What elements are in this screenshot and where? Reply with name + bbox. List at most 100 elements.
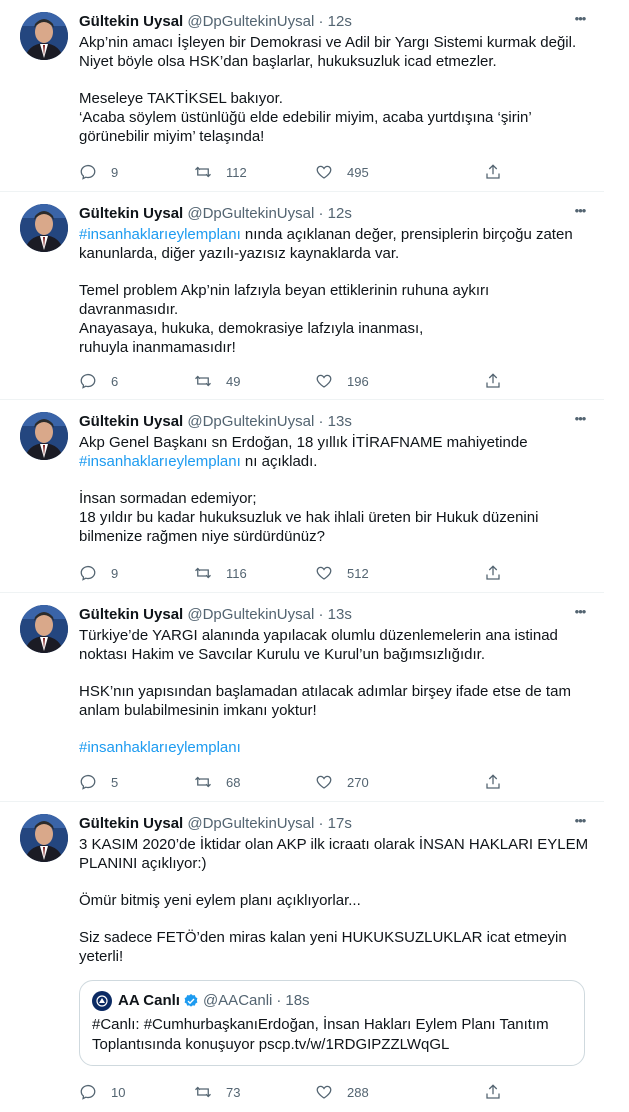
reply-count: 9 (111, 565, 119, 581)
retweet-icon (195, 1086, 211, 1098)
quoted-tweet-header: AA Canlı @AACanli · 18s (92, 991, 572, 1011)
reply-count: 5 (111, 774, 119, 790)
tweet[interactable]: Gültekin Uysal @DpGultekinUysal · 12s ••… (0, 0, 604, 192)
timestamp[interactable]: 12s (328, 13, 352, 30)
share-button[interactable] (484, 1082, 502, 1102)
like-button[interactable]: 512 (315, 563, 369, 583)
like-count: 288 (347, 1084, 369, 1100)
more-icon[interactable]: ••• (571, 605, 589, 625)
tweet-line: noktası Hakim ve Savcılar Kurulu ve Kuru… (79, 646, 486, 663)
reply-button[interactable]: 10 (79, 1082, 125, 1102)
tweet-line-rest: nında açıklanan değer, prensiplerin birç… (240, 226, 573, 243)
author-name[interactable]: Gültekin Uysal (79, 815, 183, 832)
verified-icon (184, 994, 198, 1007)
like-icon (316, 775, 332, 789)
reply-button[interactable]: 5 (79, 772, 118, 792)
share-button[interactable] (484, 162, 502, 182)
like-button[interactable]: 196 (315, 371, 369, 391)
tweet-line: bilmenize rağmen niye sürdürdünüz? (79, 528, 325, 545)
retweet-button[interactable]: 116 (194, 563, 247, 583)
like-count: 270 (347, 774, 369, 790)
tweet-line: #insanhaklarıeylemplanı nı açıkladı. (79, 452, 589, 471)
tweet-text: #insanhaklarıeylemplanı nında açıklanan … (79, 225, 589, 357)
like-button[interactable]: 495 (315, 162, 369, 182)
tweet-line: PLANINI açıklıyor:) (79, 855, 207, 872)
tweet-text: Türkiye’de YARGI alanında yapılacak olum… (79, 626, 589, 757)
quoted-avatar[interactable] (92, 991, 112, 1011)
reply-button[interactable]: 9 (79, 563, 118, 583)
tweet-line: İnsan sormadan edemiyor; (79, 490, 257, 507)
avatar[interactable] (20, 814, 68, 862)
retweet-icon (195, 166, 211, 178)
tweet-text: 3 KASIM 2020’de İktidar olan AKP ilk icr… (79, 835, 589, 966)
quoted-author-handle[interactable]: @AACanli (203, 991, 272, 1011)
author-name[interactable]: Gültekin Uysal (79, 606, 183, 623)
retweet-count: 73 (226, 1084, 241, 1100)
hashtag-link[interactable]: #insanhaklarıeylemplanı (79, 226, 241, 243)
tweet-actions: 9 112 495 (79, 162, 509, 182)
share-button[interactable] (484, 772, 502, 792)
timestamp[interactable]: 13s (328, 606, 352, 623)
tweet-header: Gültekin Uysal @DpGultekinUysal · 17s (79, 814, 589, 834)
more-icon[interactable]: ••• (571, 204, 589, 224)
separator-dot: · (318, 13, 324, 30)
retweet-count: 68 (226, 774, 241, 790)
tweet-line: Niyet böyle olsa HSK’dan başlarlar, huku… (79, 53, 497, 70)
tweet[interactable]: Gültekin Uysal @DpGultekinUysal · 12s ••… (0, 192, 604, 400)
like-button[interactable]: 288 (315, 1082, 369, 1102)
like-count: 196 (347, 373, 369, 389)
hashtag-link[interactable]: #insanhaklarıeylemplanı (79, 738, 589, 757)
like-count: 495 (347, 164, 369, 180)
tweet-line: Toplantısında konuşuyor pscp.tv/w/1RDGIP… (92, 1036, 450, 1053)
reply-icon (80, 164, 96, 180)
author-name[interactable]: Gültekin Uysal (79, 13, 183, 30)
author-handle[interactable]: @DpGultekinUysal (187, 413, 314, 430)
tweet-line: Anayasaya, hukuka, demokrasiye lafzıyla … (79, 320, 424, 337)
reply-button[interactable]: 9 (79, 162, 118, 182)
retweet-button[interactable]: 73 (194, 1082, 240, 1102)
tweet-line: Temel problem Akp’nin lafzıyla beyan ett… (79, 282, 490, 299)
author-handle[interactable]: @DpGultekinUysal (187, 205, 314, 222)
timestamp[interactable]: 17s (328, 815, 352, 832)
tweet-line: 3 KASIM 2020’de İktidar olan AKP ilk icr… (79, 836, 589, 853)
tweet[interactable]: Gültekin Uysal @DpGultekinUysal · 13s ••… (0, 400, 604, 593)
quoted-timestamp[interactable]: 18s (285, 991, 309, 1011)
avatar[interactable] (20, 412, 68, 460)
share-button[interactable] (484, 371, 502, 391)
retweet-button[interactable]: 68 (194, 772, 240, 792)
retweet-count: 49 (226, 373, 241, 389)
reply-icon (80, 1084, 96, 1100)
like-icon (316, 374, 332, 388)
hashtag-link[interactable]: #insanhaklarıeylemplanı (79, 453, 241, 470)
author-name[interactable]: Gültekin Uysal (79, 205, 183, 222)
more-icon[interactable]: ••• (571, 12, 589, 32)
tweet-line: Siz sadece FETÖ’den miras kalan yeni HUK… (79, 929, 567, 946)
timestamp[interactable]: 12s (328, 205, 352, 222)
tweet[interactable]: Gültekin Uysal @DpGultekinUysal · 13s ••… (0, 593, 604, 802)
retweet-button[interactable]: 112 (194, 162, 247, 182)
quoted-tweet[interactable]: AA Canlı @AACanli · 18s #Canlı: #Cumhurb… (79, 980, 585, 1066)
share-button[interactable] (484, 563, 502, 583)
like-button[interactable]: 270 (315, 772, 369, 792)
more-icon[interactable]: ••• (571, 412, 589, 432)
avatar[interactable] (20, 605, 68, 653)
quoted-author-name[interactable]: AA Canlı (118, 991, 180, 1011)
author-handle[interactable]: @DpGultekinUysal (187, 13, 314, 30)
retweet-button[interactable]: 49 (194, 371, 240, 391)
author-handle[interactable]: @DpGultekinUysal (187, 815, 314, 832)
reply-button[interactable]: 6 (79, 371, 118, 391)
tweet-line: görünebilir miyim’ telaşında! (79, 128, 265, 145)
avatar[interactable] (20, 204, 68, 252)
tweet-line: ruhuyla inanmamasıdır! (79, 339, 236, 356)
separator-dot: · (318, 413, 324, 430)
author-handle[interactable]: @DpGultekinUysal (187, 606, 314, 623)
tweet[interactable]: Gültekin Uysal @DpGultekinUysal · 17s ••… (0, 802, 604, 1112)
author-name[interactable]: Gültekin Uysal (79, 413, 183, 430)
share-icon (486, 774, 500, 789)
tweet-actions: 10 73 288 (79, 1082, 509, 1102)
more-icon[interactable]: ••• (571, 814, 589, 834)
timestamp[interactable]: 13s (328, 413, 352, 430)
like-icon (316, 165, 332, 179)
avatar[interactable] (20, 12, 68, 60)
tweet-line: ‘Acaba söylem üstünlüğü elde edebilir mi… (79, 109, 532, 126)
